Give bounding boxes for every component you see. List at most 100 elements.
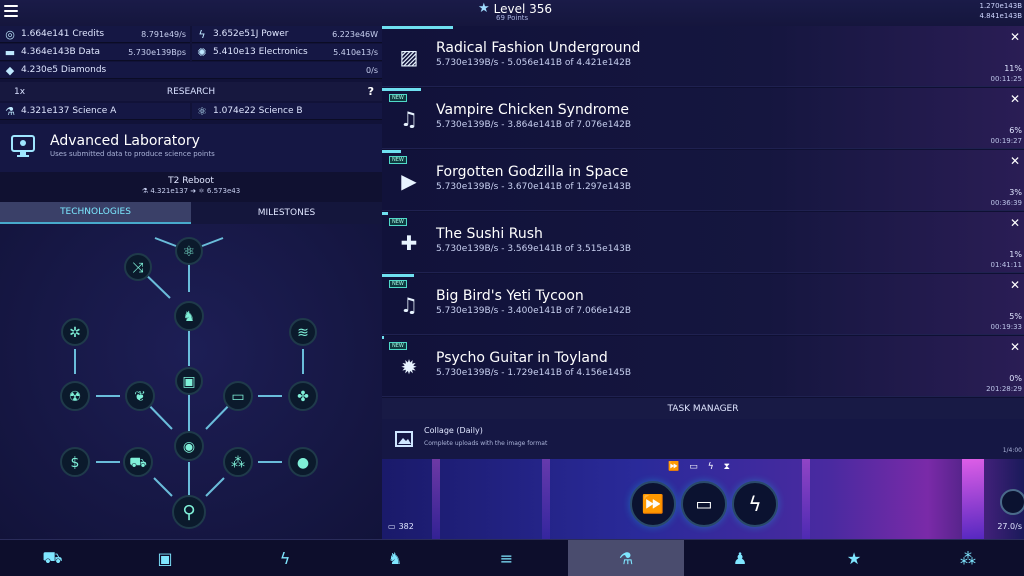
- chess-knight-icon: ♞: [387, 549, 403, 568]
- task-card[interactable]: Collage (Daily) Complete uploads with th…: [382, 419, 1024, 459]
- upload-progress-bar: [382, 88, 421, 91]
- monitor-node-icon[interactable]: ▭: [231, 389, 244, 405]
- shuffle-node-icon[interactable]: ⤨: [132, 260, 144, 276]
- close-icon[interactable]: ✕: [1010, 30, 1020, 44]
- close-icon[interactable]: ✕: [1010, 216, 1020, 230]
- nav-data[interactable]: ≡: [445, 540, 568, 576]
- resource-label: 1.664e141 Credits: [21, 29, 105, 39]
- upload-item[interactable]: ▨ Radical Fashion Underground 5.730e139B/s…: [382, 26, 1024, 87]
- science-a: ⚗ 4.321e137 Science A: [0, 103, 190, 120]
- fast-forward-button[interactable]: ⏩: [630, 481, 676, 527]
- upload-item[interactable]: NEW ♫ Big Bird's Yeti Tycoon 5.730e139B/s -…: [382, 274, 1024, 335]
- nav-workers[interactable]: ♟: [684, 540, 796, 576]
- upload-meta: 5.730e139B/s - 3.400e141B of 7.066e142B: [436, 306, 632, 316]
- blocks-node-icon[interactable]: ⁂: [231, 455, 245, 471]
- resource-label: 4.364e143B Data: [21, 47, 101, 57]
- virus-icon: ✹: [400, 355, 418, 379]
- nav-prestige[interactable]: ★: [796, 540, 912, 576]
- upload-progress-bar: [382, 26, 453, 29]
- research-header: 1x RESEARCH ?: [0, 82, 382, 101]
- lab-card[interactable]: Advanced Laboratory Uses submitted data …: [0, 124, 382, 172]
- upload-item[interactable]: NEW ♫ Vampire Chicken Syndrome 5.730e139B/s…: [382, 88, 1024, 149]
- nav-research[interactable]: ⚗: [568, 540, 684, 576]
- battery-boost-button[interactable]: ▭: [681, 481, 727, 527]
- resource-label: 4.230e5 Diamonds: [21, 65, 107, 75]
- music-icon: ♫: [400, 293, 418, 317]
- battery-value: 382: [398, 522, 414, 531]
- upload-item[interactable]: NEW ✚ The Sushi Rush 5.730e139B/s - 3.569e1…: [382, 212, 1024, 273]
- upload-title: Radical Fashion Underground: [436, 40, 641, 56]
- microscope-node-icon[interactable]: ⚲: [182, 502, 195, 523]
- lab-description: Uses submitted data to produce science p…: [50, 150, 215, 158]
- tab-milestones[interactable]: MILESTONES: [191, 202, 382, 224]
- flask-icon: ⚗: [141, 187, 149, 195]
- upload-meta: 5.730e139B/s - 5.056e141B of 4.421e142B: [436, 58, 632, 68]
- new-badge: NEW: [389, 342, 407, 350]
- music-icon: ♫: [400, 107, 418, 131]
- upload-time: 00:19:33: [990, 323, 1022, 331]
- nav-power[interactable]: ϟ: [225, 540, 345, 576]
- cart-icon: ⛟: [42, 548, 63, 567]
- credits-icon: ◎: [5, 27, 15, 41]
- cart-node-icon[interactable]: ⛟: [129, 455, 147, 471]
- upload-meta: 5.730e139B/s - 1.729e141B of 4.156e145B: [436, 368, 632, 378]
- brain-node-icon[interactable]: ❦: [134, 389, 146, 405]
- video-icon: ▶: [401, 169, 417, 193]
- rate-value: 27.0/s: [997, 522, 1022, 531]
- resource-label: 5.410e13 Electronics: [213, 47, 308, 57]
- points-text: 69 Points: [496, 14, 529, 22]
- monitor-icon: [11, 135, 35, 157]
- resource-rate: 5.410e13/s: [333, 47, 378, 57]
- close-icon[interactable]: ✕: [1010, 278, 1020, 292]
- nav-cubes[interactable]: ⁂: [912, 540, 1024, 576]
- close-icon[interactable]: ✕: [1010, 92, 1020, 106]
- scene-light: [432, 459, 440, 539]
- chess-knight-node-icon[interactable]: ♞: [183, 309, 196, 325]
- storage-display: 1.270e143B 4.841e143B: [979, 1, 1022, 21]
- server-room-scene: ⏩ ▭ ϟ ⧗ ⏩ ▭ ϟ ▭ 382 27.0/s: [382, 459, 1024, 539]
- task-time: 1/4:00: [1002, 447, 1022, 454]
- upload-progress-bar: [382, 336, 384, 339]
- chip-node-icon[interactable]: ▣: [182, 374, 195, 390]
- help-icon[interactable]: ?: [368, 85, 374, 98]
- money-bag-node-icon[interactable]: $: [71, 455, 80, 471]
- battery-small-icon: ▭: [388, 522, 396, 531]
- gauge-node-icon[interactable]: ◉: [183, 439, 195, 455]
- upload-time: 01:41:11: [990, 261, 1022, 269]
- scene-light: [802, 459, 810, 539]
- lab-title: Advanced Laboratory: [50, 133, 200, 149]
- nav-hardware[interactable]: ▣: [105, 540, 225, 576]
- close-icon[interactable]: ✕: [1010, 340, 1020, 354]
- atom-node-icon[interactable]: ⚛: [183, 244, 196, 260]
- radiation-node-icon[interactable]: ☢: [69, 389, 82, 405]
- uploads-panel: ▨ Radical Fashion Underground 5.730e139B/s…: [382, 26, 1024, 539]
- electronics-icon: ✺: [197, 45, 207, 59]
- fast-forward-mini-icon: ⏩: [668, 462, 680, 472]
- menu-icon[interactable]: [4, 4, 18, 18]
- storage-total: 4.841e143B: [979, 12, 1022, 20]
- hourglass-mini-icon: ⧗: [723, 462, 730, 472]
- lightbulb-node-icon[interactable]: ●: [297, 455, 309, 471]
- upload-meta: 5.730e139B/s - 3.670e141B of 1.297e143B: [436, 182, 632, 192]
- fast-forward-icon: ⏩: [641, 493, 665, 515]
- upload-percent: 6%: [1009, 126, 1022, 135]
- upload-progress-bar: [382, 274, 415, 277]
- resource-data: ▬ 4.364e143B Data 5.730e139Bps: [0, 44, 190, 61]
- tab-technologies[interactable]: TECHNOLOGIES: [0, 202, 191, 224]
- nav-shop[interactable]: ⛟: [0, 540, 105, 576]
- bug-node-icon[interactable]: ✲: [69, 325, 81, 341]
- fan-node-icon[interactable]: ✤: [297, 389, 309, 405]
- reboot-button[interactable]: T2 Reboot ⚗ 4.321e137 ➜ ⚛ 6.573e43: [0, 172, 382, 202]
- research-multiplier[interactable]: 1x: [14, 87, 25, 97]
- close-icon[interactable]: ✕: [1010, 154, 1020, 168]
- task-title: Collage (Daily): [424, 426, 483, 435]
- upload-item[interactable]: NEW ✹ Psycho Guitar in Toyland 5.730e139B/s…: [382, 336, 1024, 397]
- boost-indicators: ⏩ ▭ ϟ ⧗: [668, 462, 730, 472]
- nav-strategy[interactable]: ♞: [345, 540, 445, 576]
- image-icon: [395, 431, 413, 447]
- lightning-boost-button[interactable]: ϟ: [732, 481, 778, 527]
- atom-icon: ⚛: [197, 104, 207, 118]
- flame-node-icon[interactable]: ≋: [297, 325, 309, 341]
- upload-item[interactable]: NEW ▶ Forgotten Godzilla in Space 5.730e139…: [382, 150, 1024, 211]
- power-button[interactable]: [1000, 489, 1024, 515]
